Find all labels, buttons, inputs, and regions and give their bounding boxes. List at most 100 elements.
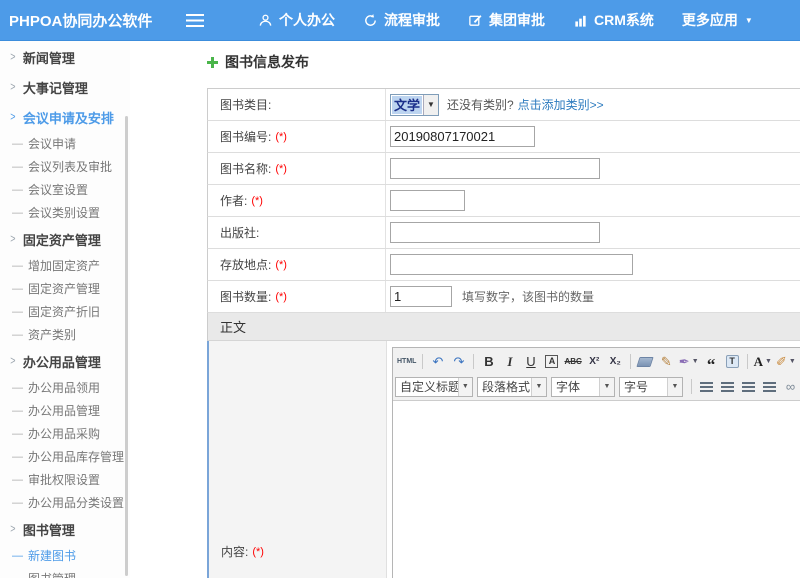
sidebar-group-label: 新闻管理 [23,48,75,67]
sidebar-item-label: 资产类别 [28,326,76,343]
book-number-input[interactable] [390,126,535,147]
underline-button[interactable]: U [520,352,541,372]
sidebar-item-5-6[interactable]: —办公用品分类设置 [0,491,130,514]
eraser-icon[interactable] [635,352,656,372]
editor-content-area[interactable] [393,401,800,578]
chevron-right-icon: > [10,232,15,245]
chevron-down-icon: ▼ [531,378,546,396]
select-label: 字号 [620,378,648,396]
sidebar-scrollbar[interactable] [125,116,128,576]
dash-icon: — [12,497,23,509]
font-color-button[interactable]: A▼ [752,352,774,372]
sidebar-item-5-1[interactable]: —办公用品领用 [0,376,130,399]
chevron-right-icon: > [10,80,15,93]
sidebar-group-1[interactable]: >新闻管理 [0,42,130,72]
chevron-down-icon: ▼ [667,378,682,396]
undo-icon[interactable]: ↶ [427,352,448,372]
sidebar-group-6[interactable]: > 图书管理 [0,514,130,544]
quantity-input[interactable] [390,286,452,307]
chevron-right-icon: > [10,522,15,535]
sidebar-item-3-4[interactable]: —会议类别设置 [0,201,130,224]
chevron-right-icon: > [10,354,15,367]
required-marker: (*) [251,195,263,207]
category-select[interactable]: 文学 ▼ [390,94,439,116]
sidebar-item-6-2[interactable]: —图书管理 [0,567,130,578]
sidebar-item-4-2[interactable]: —固定资产管理 [0,277,130,300]
sidebar-group-2[interactable]: >大事记管理 [0,72,130,102]
bar-chart-icon [573,13,588,28]
caret-down-icon: ▼ [745,16,753,25]
publisher-input[interactable] [390,222,600,243]
dash-icon: — [12,550,23,562]
link-icon[interactable]: ∞ [780,377,800,397]
clean-brush-icon: ✎ [661,355,672,368]
location-input[interactable] [390,254,633,275]
align-center-button[interactable] [717,377,738,397]
eraser-icon [637,357,654,367]
form-row-author: 作者:(*) [207,185,800,217]
strikethrough-button[interactable]: ABC [562,352,583,372]
sidebar-item-label: 增加固定资产 [28,257,100,274]
dash-icon: — [12,329,23,341]
sidebar-item-5-3[interactable]: —办公用品采购 [0,422,130,445]
author-input[interactable] [390,190,465,211]
bold-button: B [484,355,493,368]
align-justify-button[interactable] [759,377,780,397]
nav-item-process-approval[interactable]: 流程审批 [363,10,440,30]
remove-format-button[interactable]: A [541,352,562,372]
html-source-button[interactable]: HTML [395,352,418,372]
sidebar-item-6-1[interactable]: — 新建图书 [0,544,130,567]
nav-item-personal-office[interactable]: 个人办公 [258,10,335,30]
align-left-button[interactable] [696,377,717,397]
dash-icon: — [12,138,23,150]
sidebar-item-label: 新建图书 [28,547,76,564]
dash-icon: — [12,184,23,196]
top-nav: 个人办公 流程审批 集团审批 CRM系统 更多应用 ▼ [230,10,753,30]
sidebar-item-3-3[interactable]: —会议室设置 [0,178,130,201]
align-right-button[interactable] [738,377,759,397]
add-category-link[interactable]: 点击添加类别>> [518,96,604,113]
blockquote-icon[interactable]: “ [701,352,722,372]
nav-label: CRM系统 [594,10,654,30]
sidebar-group-3[interactable]: >会议申请及安排 [0,102,130,132]
sidebar-group-label: 固定资产管理 [23,230,101,249]
superscript-button[interactable]: X² [584,352,605,372]
book-name-input[interactable] [390,158,600,179]
sidebar-item-5-2[interactable]: —办公用品管理 [0,399,130,422]
sidebar-item-4-3[interactable]: —固定资产折旧 [0,300,130,323]
color-pen-icon[interactable]: ✒▼ [677,352,701,372]
subscript-button[interactable]: X₂ [605,352,626,372]
nav-item-more-apps[interactable]: 更多应用 ▼ [682,10,753,30]
page-title: 图书信息发布 [207,54,800,70]
font-size-select[interactable]: 字号 ▼ [619,377,683,397]
sidebar-item-5-4[interactable]: —办公用品库存管理 [0,445,130,468]
bold-button[interactable]: B [478,352,499,372]
redo-icon[interactable]: ↷ [448,352,469,372]
sidebar-item-5-5[interactable]: —审批权限设置 [0,468,130,491]
sidebar-group-label: 图书管理 [23,520,75,539]
sidebar-group-5[interactable]: >办公用品管理 [0,346,130,376]
select-label: 字体 [552,378,580,396]
highlight-pen-button[interactable]: ✐▼ [774,352,798,372]
hamburger-menu-icon[interactable] [186,14,204,27]
custom-title-select[interactable]: 自定义标题▼ [395,377,473,397]
sidebar-item-4-1[interactable]: —增加固定资产 [0,254,130,277]
nav-item-crm-system[interactable]: CRM系统 [573,10,654,30]
sidebar-item-3-1[interactable]: —会议申请 [0,132,130,155]
dash-icon: — [12,474,23,486]
italic-button[interactable]: I [499,352,520,372]
clean-brush-icon[interactable]: ✎ [656,352,677,372]
sidebar-item-3-2[interactable]: —会议列表及审批 [0,155,130,178]
font-family-select[interactable]: 字体▼ [551,377,615,397]
sidebar-item-4-4[interactable]: — 资产类别 [0,323,130,346]
paste-text-icon[interactable]: T [722,352,743,372]
sidebar-group-4[interactable]: > 固定资产管理 [0,224,130,254]
top-navigation-bar: PHPOA协同办公软件 个人办公 流程审批 集团审批 CRM系统 更多应用 ▼ [0,0,800,41]
form-row-book-number: 图书编号:(*) [207,121,800,153]
sidebar-item-label: 固定资产管理 [28,280,100,297]
align-justify-button [763,382,776,392]
form-row-publisher: 出版社: [207,217,800,249]
paragraph-format-select[interactable]: 段落格式▼ [477,377,547,397]
nav-item-group-approval[interactable]: 集团审批 [468,10,545,30]
superscript-button: X² [589,357,599,367]
